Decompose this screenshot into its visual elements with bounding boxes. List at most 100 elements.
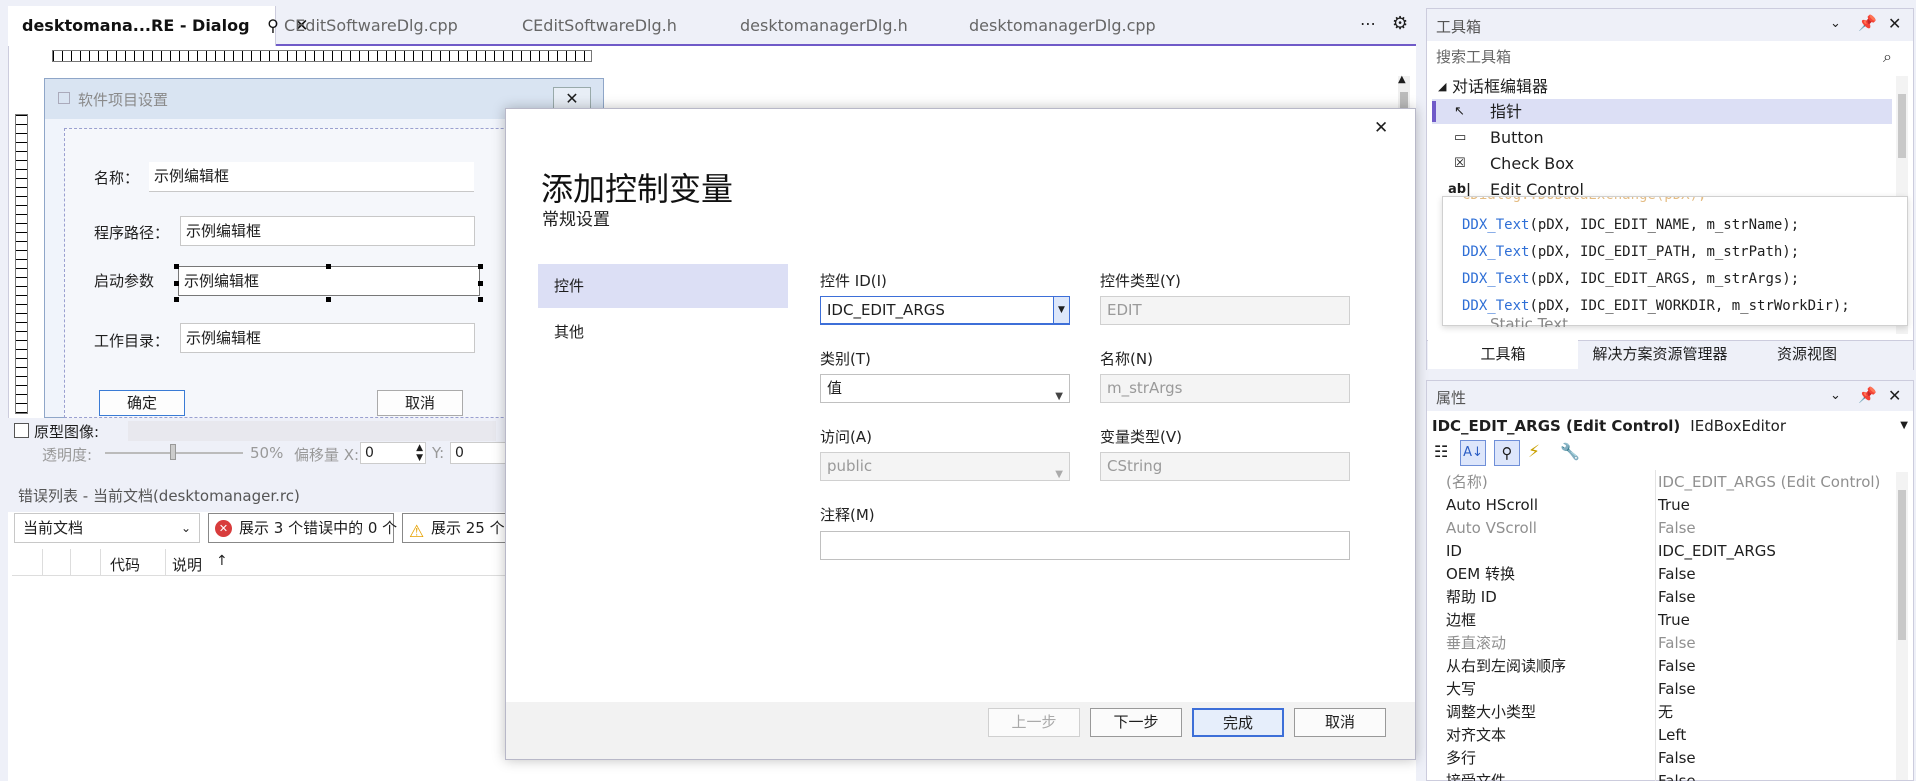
errors-filter-button[interactable]: ✕ 展示 3 个错误中的 0 个 [208, 513, 397, 543]
property-row[interactable]: 接受文件 False [1440, 770, 1898, 781]
property-row[interactable]: ID IDC_EDIT_ARGS [1440, 540, 1898, 563]
wizard-close-icon[interactable]: ✕ [1374, 118, 1388, 138]
property-row[interactable]: 从右到左阅读顺序 False [1440, 655, 1898, 678]
error-scope-select[interactable]: 当前文档 ⌄ [14, 513, 200, 543]
chevron-down-icon[interactable]: ⌄ [1830, 388, 1841, 403]
search-icon[interactable]: ⌕ [1883, 44, 1892, 70]
workdir-field[interactable]: 示例编辑框 [180, 323, 475, 353]
property-value[interactable]: True [1658, 609, 1690, 632]
access-select[interactable]: public ▼ [820, 452, 1070, 481]
property-value[interactable]: False [1658, 632, 1696, 655]
selection-handle[interactable] [326, 264, 331, 269]
wizard-nav-controls[interactable]: 控件 [538, 264, 788, 308]
dropdown-button[interactable]: ▼ [1053, 297, 1069, 323]
opacity-slider-thumb[interactable] [170, 444, 176, 460]
next-button[interactable]: 下一步 [1090, 708, 1182, 737]
events-icon[interactable]: ⚡ [1528, 442, 1540, 462]
spinner-icon[interactable]: ▲ ▼ [416, 443, 423, 463]
bottom-tab-toolbox[interactable]: 工具箱 [1428, 340, 1578, 369]
path-field[interactable]: 示例编辑框 [180, 216, 475, 246]
close-icon[interactable]: ✕ [1888, 386, 1901, 405]
property-row[interactable]: OEM 转换 False [1440, 563, 1898, 586]
pin-icon[interactable]: 📌 [1858, 14, 1877, 32]
bottom-tab-resource-view[interactable]: 资源视图 [1748, 340, 1866, 369]
control-id-combo[interactable]: IDC_EDIT_ARGS ▼ [820, 296, 1070, 325]
alphabetical-icon[interactable]: A↓ [1460, 440, 1486, 466]
bottom-tab-solution-explorer[interactable]: 解决方案资源管理器 [1580, 340, 1740, 369]
selection-handle[interactable] [174, 297, 179, 302]
more-tabs-icon[interactable]: ⋯ [1360, 14, 1376, 33]
property-row[interactable]: 帮助 ID False [1440, 586, 1898, 609]
close-icon[interactable]: ✕ [1888, 14, 1901, 33]
prototype-checkbox[interactable] [14, 423, 29, 438]
category-select[interactable]: 值 ▼ [820, 374, 1070, 403]
toolbox-search-input[interactable]: 搜索工具箱 ⌕ [1430, 44, 1908, 70]
property-value[interactable]: True [1658, 494, 1690, 517]
property-row[interactable]: 调整大小类型 无 [1440, 701, 1898, 724]
properties-page-icon[interactable]: ⚲ [1494, 440, 1520, 466]
property-value[interactable]: False [1658, 655, 1696, 678]
selection-handle[interactable] [478, 281, 483, 286]
column-description[interactable]: 说明 [172, 554, 202, 575]
wizard-nav-other[interactable]: 其他 [538, 310, 788, 354]
property-value[interactable]: 无 [1658, 701, 1673, 724]
tab-desktomanagerdlg-cpp[interactable]: desktomanagerDlg.cpp [955, 6, 1156, 46]
toolbox-item-button[interactable]: ▭ Button [1432, 125, 1890, 150]
property-value[interactable]: False [1658, 678, 1696, 701]
column-code[interactable]: 代码 [110, 554, 140, 575]
pin-icon[interactable]: 📌 [1858, 386, 1877, 404]
properties-scroll-thumb[interactable] [1898, 490, 1906, 640]
wrench-icon[interactable]: 🔧 [1560, 442, 1580, 461]
prototype-path-field[interactable] [128, 421, 496, 441]
comment-input[interactable] [820, 531, 1350, 560]
ok-button[interactable]: 确定 [99, 390, 185, 416]
property-value[interactable]: IDC_EDIT_ARGS [1658, 540, 1776, 563]
tab-ceditsoftwaredlg-h[interactable]: CEditSoftwareDlg.h [508, 6, 677, 46]
selection-handle[interactable] [326, 297, 331, 302]
property-value[interactable]: False [1658, 563, 1696, 586]
prev-button[interactable]: 上一步 [988, 708, 1080, 737]
tab-desktomanagerdlg-h[interactable]: desktomanagerDlg.h [726, 6, 908, 46]
selection-handle[interactable] [478, 264, 483, 269]
var-type-field[interactable]: CString [1100, 452, 1350, 481]
name-field[interactable]: 示例编辑框 [149, 162, 474, 192]
property-row[interactable]: 对齐文本 Left [1440, 724, 1898, 747]
cancel-button[interactable]: 取消 [377, 390, 463, 416]
expand-icon[interactable]: ◢ [1438, 74, 1446, 99]
property-row[interactable]: Auto VScroll False [1440, 517, 1898, 540]
property-row[interactable]: 边框 True [1440, 609, 1898, 632]
property-row[interactable]: 垂直滚动 False [1440, 632, 1898, 655]
toolbox-item-checkbox[interactable]: ☒ Check Box [1432, 151, 1890, 176]
settings-icon[interactable]: ⚙ [1392, 13, 1408, 34]
selection-handle[interactable] [174, 281, 179, 286]
property-row[interactable]: 大写 False [1440, 678, 1898, 701]
toolbox-group[interactable]: ◢ 对话框编辑器 [1432, 74, 1890, 99]
property-value[interactable]: Left [1658, 724, 1686, 747]
property-value[interactable]: False [1658, 586, 1696, 609]
tab-ceditsoftwaredlg-cpp[interactable]: CEditSoftwareDlg.cpp [270, 6, 458, 46]
property-value[interactable]: False [1658, 770, 1696, 781]
property-row[interactable]: 多行 False [1440, 747, 1898, 770]
selection-handle[interactable] [478, 297, 483, 302]
tab-dialog[interactable]: desktomana...RE - Dialog ⚲ ✕ [8, 6, 309, 46]
toolbox-scroll-thumb[interactable] [1898, 94, 1906, 158]
args-field[interactable]: 示例编辑框 [178, 266, 480, 296]
property-row[interactable]: (名称) IDC_EDIT_ARGS (Edit Control) [1440, 471, 1898, 494]
offset-x-input[interactable]: 0 ▲ ▼ [360, 442, 426, 464]
toolbox-item-pointer[interactable]: ↖ 指针 [1432, 99, 1892, 124]
finish-button[interactable]: 完成 [1192, 708, 1284, 737]
properties-object-selector[interactable]: IDC_EDIT_ARGS (Edit Control) IEdBoxEditor… [1432, 413, 1908, 439]
var-name-field[interactable]: m_strArgs [1100, 374, 1350, 403]
property-row[interactable]: Auto HScroll True [1440, 494, 1898, 517]
property-value[interactable]: False [1658, 517, 1696, 540]
warnings-filter-button[interactable]: ⚠ 展示 25 个警 [402, 513, 508, 543]
canvas-scroll-up[interactable]: ▲ [1398, 74, 1406, 85]
categorized-icon[interactable]: ☷ [1434, 442, 1448, 461]
property-value[interactable]: False [1658, 747, 1696, 770]
toolbox-item-static-text-peek[interactable]: Static Text [1490, 313, 1568, 327]
offset-y-input[interactable]: 0 [450, 442, 510, 464]
selection-handle[interactable] [174, 264, 179, 269]
chevron-down-icon[interactable]: ⌄ [1830, 16, 1841, 31]
wizard-cancel-button[interactable]: 取消 [1294, 708, 1386, 737]
property-value[interactable]: IDC_EDIT_ARGS (Edit Control) [1658, 471, 1880, 494]
